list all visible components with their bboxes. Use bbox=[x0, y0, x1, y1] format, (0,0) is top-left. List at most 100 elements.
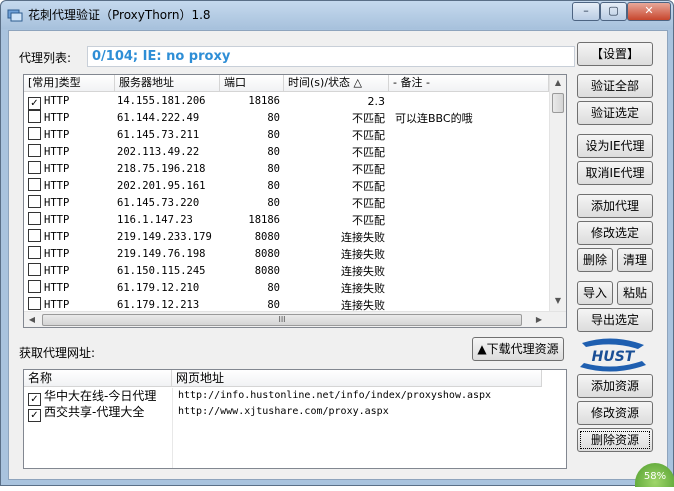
checkbox-icon[interactable] bbox=[28, 178, 41, 191]
proxy-vertical-scrollbar[interactable]: ▲ ▼ bbox=[549, 75, 566, 311]
table-row[interactable]: HTTP 61.145.73.220 80 不匹配 bbox=[24, 195, 549, 212]
main-panel: 代理列表: 0/104; IE: no proxy [常用]类型 服务器地址 端… bbox=[8, 30, 668, 480]
maximize-button[interactable]: ▢ bbox=[600, 2, 627, 21]
row-port: 80 bbox=[267, 112, 280, 124]
logo-text: HUST bbox=[592, 349, 636, 365]
row-port: 8080 bbox=[254, 231, 280, 243]
edit-source-button[interactable]: 修改资源 bbox=[577, 401, 653, 425]
row-port: 8080 bbox=[254, 248, 280, 260]
table-row[interactable]: HTTP 61.179.12.210 80 连接失败 bbox=[24, 280, 549, 297]
checkbox-icon[interactable] bbox=[28, 246, 41, 259]
row-note bbox=[389, 280, 549, 297]
table-row[interactable]: HTTP 219.149.76.198 8080 连接失败 bbox=[24, 246, 549, 263]
scroll-up-arrow-icon[interactable]: ▲ bbox=[550, 75, 566, 91]
checkbox-icon[interactable] bbox=[28, 297, 41, 310]
add-source-button[interactable]: 添加资源 bbox=[577, 374, 653, 398]
row-address: 219.149.76.198 bbox=[117, 248, 206, 260]
proxy-horizontal-scrollbar[interactable]: ◀ III ▶ bbox=[24, 311, 566, 327]
row-type: HTTP bbox=[24, 127, 115, 144]
table-row[interactable]: HTTP 202.201.95.161 80 不匹配 bbox=[24, 178, 549, 195]
table-row[interactable]: HTTP 116.1.147.23 18186 不匹配 bbox=[24, 212, 549, 229]
col-header-type[interactable]: [常用]类型 bbox=[24, 75, 115, 92]
table-row[interactable]: HTTP 61.145.73.211 80 不匹配 bbox=[24, 127, 549, 144]
col-header-url[interactable]: 网页地址 bbox=[172, 370, 542, 387]
scroll-left-arrow-icon[interactable]: ◀ bbox=[24, 312, 40, 327]
scroll-right-arrow-icon[interactable]: ▶ bbox=[531, 312, 547, 327]
scroll-thumb-horizontal[interactable]: III bbox=[42, 314, 522, 326]
row-port: 80 bbox=[267, 163, 280, 175]
hust-logo: HUST bbox=[580, 338, 646, 372]
row-port: 18186 bbox=[248, 95, 280, 107]
row-address: 116.1.147.23 bbox=[117, 214, 193, 226]
import-button[interactable]: 导入 bbox=[577, 281, 613, 305]
checkbox-icon[interactable] bbox=[28, 280, 41, 293]
scroll-thumb[interactable] bbox=[552, 93, 564, 113]
window-title: 花刺代理验证（ProxyThorn）1.8 bbox=[28, 8, 211, 22]
row-address: 218.75.196.218 bbox=[117, 163, 206, 175]
row-address: 61.145.73.211 bbox=[117, 129, 200, 141]
col-header-name[interactable]: 名称 bbox=[24, 370, 172, 387]
clean-button[interactable]: 清理 bbox=[617, 248, 653, 272]
row-port: 80 bbox=[267, 146, 280, 158]
row-address: 61.150.115.245 bbox=[117, 265, 206, 277]
checkbox-icon[interactable] bbox=[28, 127, 41, 140]
verify-selected-button[interactable]: 验证选定 bbox=[577, 101, 653, 125]
row-type: HTTP bbox=[24, 144, 115, 161]
paste-button[interactable]: 粘贴 bbox=[617, 281, 653, 305]
col-header-address[interactable]: 服务器地址 bbox=[115, 75, 220, 92]
row-address: 61.179.12.210 bbox=[117, 282, 200, 294]
settings-button[interactable]: 【设置】 bbox=[577, 42, 653, 66]
table-row[interactable]: HTTP 219.149.233.179 8080 连接失败 bbox=[24, 229, 549, 246]
row-status: 连接失败 bbox=[341, 248, 385, 261]
scroll-down-arrow-icon[interactable]: ▼ bbox=[550, 293, 566, 309]
checkbox-icon[interactable] bbox=[28, 263, 41, 276]
row-note bbox=[389, 178, 549, 195]
verify-all-button[interactable]: 验证全部 bbox=[577, 74, 653, 98]
set-ie-proxy-button[interactable]: 设为IE代理 bbox=[577, 134, 653, 158]
source-rows: ✓ 华中大在线-今日代理 http://info.hustonline.net/in… bbox=[24, 388, 542, 422]
download-sources-button[interactable]: ▲下载代理资源 bbox=[472, 337, 564, 361]
row-port: 8080 bbox=[254, 265, 280, 277]
row-note bbox=[389, 195, 549, 212]
row-type: HTTP bbox=[24, 178, 115, 195]
checkbox-icon[interactable] bbox=[28, 110, 41, 123]
cancel-ie-proxy-button[interactable]: 取消IE代理 bbox=[577, 161, 653, 185]
table-row[interactable]: HTTP 202.113.49.22 80 不匹配 bbox=[24, 144, 549, 161]
col-header-port[interactable]: 端口 bbox=[220, 75, 284, 92]
table-row[interactable]: ✓ HTTP 14.155.181.206 18186 2.3 bbox=[24, 93, 549, 110]
list-item[interactable]: ✓ 华中大在线-今日代理 http://info.hustonline.net/in… bbox=[24, 388, 542, 406]
row-address: 202.201.95.161 bbox=[117, 180, 206, 192]
add-proxy-button[interactable]: 添加代理 bbox=[577, 194, 653, 218]
checkbox-icon[interactable] bbox=[28, 229, 41, 242]
checkbox-icon[interactable] bbox=[28, 161, 41, 174]
row-status: 连接失败 bbox=[341, 282, 385, 295]
row-status: 连接失败 bbox=[341, 231, 385, 244]
export-selected-button[interactable]: 导出选定 bbox=[577, 308, 653, 332]
checked-checkbox-icon[interactable]: ✓ bbox=[28, 97, 41, 110]
table-row[interactable]: HTTP 61.150.115.245 8080 连接失败 bbox=[24, 263, 549, 280]
minimize-button[interactable]: – bbox=[572, 2, 600, 21]
row-port: 80 bbox=[267, 129, 280, 141]
row-status: 不匹配 bbox=[352, 180, 385, 193]
checkbox-icon[interactable] bbox=[28, 212, 41, 225]
delete-button[interactable]: 删除 bbox=[577, 248, 613, 272]
row-port: 80 bbox=[267, 282, 280, 294]
source-name: ✓ 西交共享-代理大全 bbox=[24, 404, 172, 422]
checked-checkbox-icon[interactable]: ✓ bbox=[28, 409, 41, 422]
row-status: 不匹配 bbox=[352, 112, 385, 125]
row-note bbox=[389, 229, 549, 246]
source-table-header: 名称 网页地址 bbox=[24, 370, 542, 387]
edit-selected-button[interactable]: 修改选定 bbox=[577, 221, 653, 245]
col-header-status[interactable]: 时间(s)/状态 △ bbox=[284, 75, 389, 92]
col-header-note[interactable]: - 备注 - bbox=[389, 75, 549, 92]
row-note bbox=[389, 212, 549, 229]
proxy-list-label: 代理列表: bbox=[19, 51, 72, 65]
proxy-rows: ✓ HTTP 14.155.181.206 18186 2.3 HTTP 61.144.22… bbox=[24, 93, 549, 314]
delete-source-button[interactable]: 删除资源 bbox=[577, 428, 653, 452]
table-row[interactable]: HTTP 61.144.222.49 80 不匹配 可以连BBC的哦 bbox=[24, 110, 549, 127]
checkbox-icon[interactable] bbox=[28, 144, 41, 157]
list-item[interactable]: ✓ 西交共享-代理大全 http://www.xjtushare.com/proxy… bbox=[24, 404, 542, 422]
close-button[interactable]: ✕ bbox=[627, 2, 671, 21]
checkbox-icon[interactable] bbox=[28, 195, 41, 208]
table-row[interactable]: HTTP 218.75.196.218 80 不匹配 bbox=[24, 161, 549, 178]
